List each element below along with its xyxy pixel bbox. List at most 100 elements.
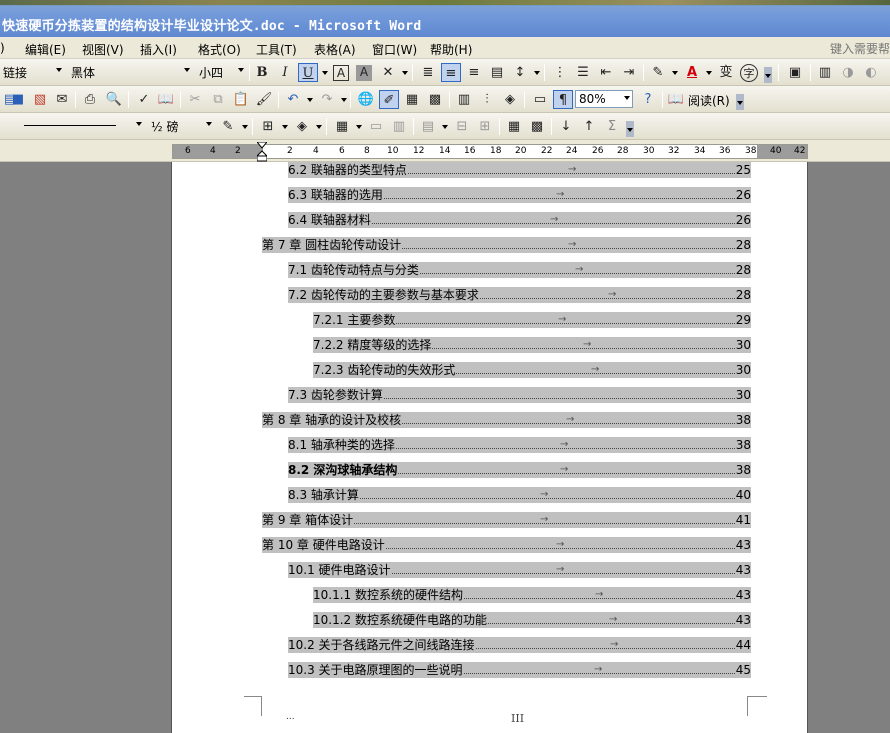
indent-marker-icon[interactable] (257, 142, 267, 162)
font-size-combo[interactable]: 小四 (196, 63, 246, 81)
toc-entry[interactable]: 7.3 齿轮参数计算 30 (288, 387, 751, 403)
document-map-icon[interactable]: ◈ (500, 90, 520, 109)
insert-table-icon-2[interactable]: ▦ (332, 117, 352, 136)
help-search-box[interactable]: 键入需要帮 (830, 40, 890, 57)
menu-table[interactable]: 表格(A) (314, 41, 356, 58)
align-justify-icon[interactable]: ≣ (418, 63, 438, 82)
insert-excel-icon[interactable]: ▩ (425, 90, 445, 109)
toc-entry[interactable]: 7.2.1 主要参数 → 29 (313, 312, 751, 328)
toc-entry[interactable]: 第 9 章 箱体设计 → 41 (262, 512, 751, 528)
line-weight-combo[interactable]: ½ 磅 (148, 117, 214, 135)
columns-icon-2[interactable]: ▥ (454, 90, 474, 109)
draw-table-icon[interactable]: ▩ (527, 117, 547, 136)
char-shading-icon[interactable]: A (356, 65, 372, 81)
toc-entry[interactable]: 6.2 联轴器的类型特点 → 25 (288, 162, 751, 178)
style-combo[interactable]: 链接 (0, 63, 64, 81)
toc-entry[interactable]: 6.3 联轴器的选用 → 26 (288, 187, 751, 203)
toc-entry[interactable]: 7.2.2 精度等级的选择 → 30 (313, 337, 751, 353)
increase-indent-icon[interactable]: ⇥ (619, 63, 639, 82)
contrast-icon[interactable]: ◑ (838, 63, 858, 82)
research-icon[interactable]: 📖 (156, 90, 176, 109)
horizontal-ruler[interactable]: 6 4 2 2 4 6 8 10 12 14 16 18 20 22 24 26… (172, 142, 808, 162)
distributed-icon[interactable]: ▤ (487, 63, 507, 82)
toc-entry[interactable]: 第 10 章 硬件电路设计 → 43 (262, 537, 751, 553)
toc-entry[interactable]: 10.1 硬件电路设计 → 43 (288, 562, 751, 578)
toc-entry[interactable]: 8.2 深沟球轴承结构 → 38 (288, 462, 751, 478)
toc-entry[interactable]: 6.4 联轴器材料 → 26 (288, 212, 751, 228)
numbering-icon[interactable]: ⋮ (550, 63, 570, 82)
toolbar-options-icon[interactable] (764, 67, 772, 83)
toc-entry[interactable]: 7.2 齿轮传动的主要参数与基本要求 → 28 (288, 287, 751, 303)
line-style-combo[interactable] (12, 117, 144, 135)
zoom-combo[interactable]: 80% (575, 90, 633, 108)
menu-edit[interactable]: 编辑(E) (25, 41, 66, 58)
highlight-icon[interactable]: ✎ (648, 63, 668, 82)
email-icon[interactable]: ✉ (52, 90, 72, 109)
toc-entry[interactable]: 第 7 章 圆柱齿轮传动设计 → 28 (262, 237, 751, 253)
char-scale-icon[interactable]: ✕ (378, 63, 398, 82)
brightness-icon[interactable]: ◐ (861, 63, 881, 82)
spelling-icon[interactable]: ✓ (134, 90, 154, 109)
sort-desc-icon[interactable]: ↑ (579, 117, 599, 136)
insert-picture-icon[interactable]: ▣ (785, 63, 805, 82)
redo-icon[interactable]: ↷ (317, 90, 337, 109)
read-icon[interactable]: 📖 (666, 90, 686, 109)
split-cells-icon[interactable]: ▥ (389, 117, 409, 136)
merge-cells-icon[interactable]: ▭ (366, 117, 386, 136)
toc-entry[interactable]: 10.1.2 数控系统硬件电路的功能 → 43 (313, 612, 751, 628)
decrease-indent-icon[interactable]: ⇤ (596, 63, 616, 82)
toolbar-options-icon-3[interactable] (626, 121, 634, 137)
toc-entry[interactable]: 第 8 章 轴承的设计及校核 → 38 (262, 412, 751, 428)
show-hide-icon[interactable]: ¶ (553, 90, 573, 109)
menu-tools[interactable]: 工具(T) (256, 41, 297, 58)
table-autoformat-icon[interactable]: ▦ (504, 117, 524, 136)
toc-entry[interactable]: 10.3 关于电路原理图的一些说明 → 45 (288, 662, 751, 678)
undo-icon[interactable]: ↶ (283, 90, 303, 109)
toc-entry[interactable]: 7.2.3 齿轮传动的失效形式 → 30 (313, 362, 751, 378)
autosum-icon[interactable]: Σ (602, 117, 622, 136)
enclose-char-icon[interactable]: 字 (740, 64, 758, 82)
bullets-icon[interactable]: ☰ (573, 63, 593, 82)
font-color-icon[interactable]: A (682, 63, 702, 82)
toc-entry[interactable]: 8.3 轴承计算 → 40 (288, 487, 751, 503)
toc-entry[interactable]: 8.1 轴承种类的选择 → 38 (288, 437, 751, 453)
line-spacing-icon[interactable]: ↕ (510, 63, 530, 82)
read-button[interactable]: 阅读(R) (688, 92, 730, 109)
menu-window[interactable]: 窗口(W) (372, 41, 417, 58)
menu-format[interactable]: 格式(O) (198, 41, 241, 58)
underline-icon[interactable]: U (298, 63, 318, 82)
menu-file[interactable]: ) (0, 41, 5, 55)
toc-entry[interactable]: 7.1 齿轮传动特点与分类 → 28 (288, 262, 751, 278)
print-preview-icon[interactable]: 🔍 (104, 90, 124, 109)
paste-icon[interactable]: 📋 (231, 90, 251, 109)
permission-icon[interactable]: ▧ (30, 90, 50, 109)
shading-color-icon[interactable]: ◈ (292, 117, 312, 136)
align-cell-icon[interactable]: ▤ (418, 117, 438, 136)
reading-layout-icon[interactable]: ▭ (530, 90, 550, 109)
menu-help[interactable]: 帮助(H) (430, 41, 472, 58)
phonetic-guide-icon[interactable]: 变 (716, 63, 736, 82)
cut-icon[interactable]: ✂ (185, 90, 205, 109)
drawing-icon[interactable]: ⫶ (477, 90, 497, 109)
font-combo[interactable]: 黑体 (68, 63, 192, 81)
tables-borders-icon[interactable]: ✐ (379, 90, 399, 109)
outside-border-icon[interactable]: ⊞ (258, 117, 278, 136)
distribute-rows-icon[interactable]: ⊟ (452, 117, 472, 136)
help-icon[interactable]: ? (638, 90, 658, 109)
menu-insert[interactable]: 插入(I) (140, 41, 177, 58)
char-border-icon[interactable]: A (333, 65, 349, 81)
document-page[interactable]: 6.2 联轴器的类型特点 → 25 6.3 联轴器的选用 → 26 6.4 联轴器材料 →… (171, 162, 808, 733)
italic-icon[interactable]: I (275, 63, 295, 82)
columns-icon[interactable]: ▥ (815, 63, 835, 82)
insert-table-icon[interactable]: ▦ (402, 90, 422, 109)
border-color-icon[interactable]: ✎ (218, 117, 238, 136)
toc-entry[interactable]: 10.1.1 数控系统的硬件结构 → 43 (313, 587, 751, 603)
print-icon[interactable]: ⎙ (80, 90, 100, 109)
format-painter-icon[interactable]: 🖌 (254, 90, 274, 109)
menu-view[interactable]: 视图(V) (82, 41, 124, 58)
sort-asc-icon[interactable]: ↓ (556, 117, 576, 136)
align-right-icon[interactable]: ≡ (464, 63, 484, 82)
hyperlink-icon[interactable]: 🌐 (356, 90, 376, 109)
distribute-cols-icon[interactable]: ⊞ (475, 117, 495, 136)
toc-entry[interactable]: 10.2 关于各线路元件之间线路连接 → 44 (288, 637, 751, 653)
